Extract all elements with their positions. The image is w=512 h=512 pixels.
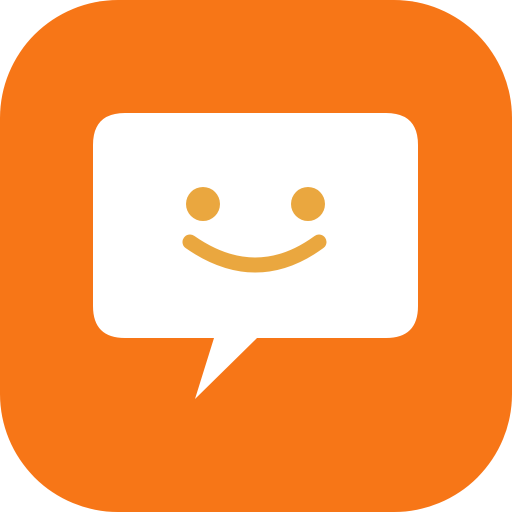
- chat-app-icon-graphic: [0, 0, 512, 512]
- left-eye: [186, 187, 220, 221]
- right-eye: [291, 187, 325, 221]
- app-icon[interactable]: [0, 0, 512, 512]
